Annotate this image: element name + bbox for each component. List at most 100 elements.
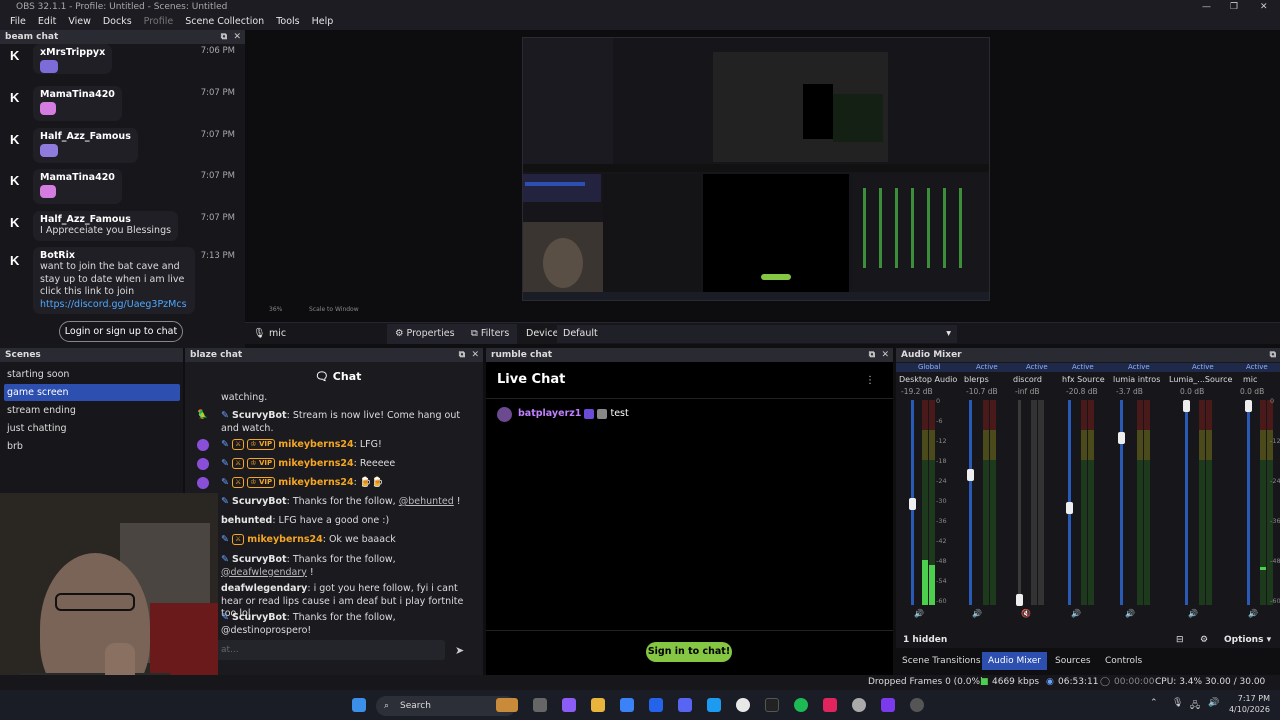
fader-knob[interactable] (1183, 400, 1190, 412)
dock-controls[interactable]: ⧉ ✕ (459, 348, 479, 362)
menu-view[interactable]: View (62, 14, 97, 30)
menu-profile[interactable]: Profile (138, 14, 180, 30)
chat-input[interactable]: at... (215, 640, 445, 660)
user-mention[interactable]: @deafwlegendary (221, 567, 307, 578)
global-tab[interactable]: Global (918, 363, 940, 372)
chrome-icon[interactable] (736, 698, 750, 712)
network-tray-icon[interactable]: 🖧 (1190, 698, 1200, 714)
windows-start-icon[interactable] (352, 698, 366, 712)
mic-tray-icon[interactable]: 🎙 (1172, 698, 1183, 708)
app-icon[interactable] (852, 698, 866, 712)
gear-icon[interactable]: ⚙ (1200, 632, 1208, 648)
tab-sources[interactable]: Sources (1049, 652, 1097, 670)
zoom-level[interactable]: 36% (269, 306, 282, 313)
user-avatar-icon (497, 407, 512, 422)
speaker-icon[interactable]: 🔊 (1188, 609, 1198, 618)
maximize-icon[interactable]: ❐ (1230, 0, 1238, 14)
task-view-icon[interactable] (533, 698, 547, 712)
app-icon[interactable] (707, 698, 721, 712)
tray-chevron-icon[interactable]: ⌃ (1150, 698, 1158, 708)
speaker-icon[interactable]: 🔊 (972, 609, 982, 618)
tab-audio-mixer[interactable]: Audio Mixer (982, 652, 1047, 670)
volume-fader[interactable] (1185, 400, 1188, 605)
minimize-icon[interactable]: — (1202, 0, 1211, 14)
sign-in-button[interactable]: Sign in to chat! (646, 642, 732, 662)
menu-edit[interactable]: Edit (32, 14, 62, 30)
menu-scene-collection[interactable]: Scene Collection (179, 14, 270, 30)
speaker-icon[interactable]: 🔊 (1125, 609, 1135, 618)
filters-button[interactable]: ⧉ Filters (463, 324, 518, 344)
level-meter (1144, 400, 1150, 605)
options-menu[interactable]: Options ▾ (1224, 632, 1271, 648)
user-mention[interactable]: @behunted (399, 496, 454, 507)
scene-item[interactable]: brb (4, 438, 180, 455)
outlook-icon[interactable] (649, 698, 663, 712)
obs-icon[interactable] (910, 698, 924, 712)
muted-speaker-icon[interactable]: 🔇 (1021, 609, 1031, 618)
dock-controls[interactable]: ⧉ ✕ (869, 348, 889, 362)
discord-icon[interactable] (678, 698, 692, 712)
copilot-icon[interactable] (562, 698, 576, 712)
fader-knob[interactable] (1118, 432, 1125, 444)
fader-knob[interactable] (909, 498, 916, 510)
fader-knob[interactable] (967, 469, 974, 481)
dock-controls[interactable]: ⧉ ✕ (221, 30, 241, 44)
store-icon[interactable] (620, 698, 634, 712)
chat-line: ✎ ⚔ mikeyberns24: Ok we baaack (221, 534, 396, 545)
login-button[interactable]: Login or sign up to chat (59, 321, 183, 342)
search-icon: ⌕ (384, 701, 390, 711)
volume-fader[interactable] (969, 400, 972, 605)
menu-help[interactable]: Help (306, 14, 340, 30)
volume-fader[interactable] (1018, 400, 1021, 605)
menu-file[interactable]: File (4, 14, 32, 30)
speaker-icon[interactable]: 🔊 (1248, 609, 1258, 618)
discord-link[interactable]: https://discord.gg/Uaeg3PzMcs (40, 299, 187, 310)
scene-item[interactable]: game screen (4, 384, 180, 401)
device-select[interactable]: Default ▾ (557, 325, 957, 343)
level-meter (929, 400, 935, 605)
scene-item[interactable]: stream ending (4, 402, 180, 419)
app-icon[interactable] (881, 698, 895, 712)
chat-header: 🗨 Chat (315, 370, 361, 383)
app-icon[interactable] (823, 698, 837, 712)
dock-controls[interactable]: ⧉ (1270, 348, 1276, 362)
fader-knob[interactable] (1245, 400, 1252, 412)
user-avatar-icon (197, 477, 209, 489)
spotify-icon[interactable] (794, 698, 808, 712)
chat-line: ✎ ScurvyBot: Thanks for the follow, @beh… (221, 496, 461, 507)
menu-tools[interactable]: Tools (270, 14, 305, 30)
volume-fader[interactable] (1247, 400, 1250, 605)
chat-text: I Appreceiate you Blessings (40, 225, 172, 236)
vip-badge: ♔ VIP (247, 477, 276, 488)
scene-item[interactable]: just chatting (4, 420, 180, 437)
menu-docks[interactable]: Docks (97, 14, 138, 30)
volume-tray-icon[interactable]: 🔊 (1208, 698, 1219, 708)
level-meter (1260, 400, 1266, 605)
fader-knob[interactable] (1016, 594, 1023, 606)
dock-title: blaze chat (190, 350, 243, 360)
speaker-icon[interactable]: 🔊 (1071, 609, 1081, 618)
active-indicator: Active (1192, 363, 1214, 371)
scene-item[interactable]: starting soon (4, 366, 180, 383)
list-view-icon[interactable]: ⊟ (1176, 632, 1184, 648)
tab-controls[interactable]: Controls (1099, 652, 1148, 670)
chat-text: Reeeee (356, 458, 396, 469)
epic-games-icon[interactable] (765, 698, 779, 712)
taskbar-time[interactable]: 7:17 PM (1226, 694, 1270, 703)
menu-bar: File Edit View Docks Profile Scene Colle… (0, 14, 1280, 30)
taskbar-date[interactable]: 4/10/2026 (1226, 705, 1270, 714)
channel-name: lumia intros (1113, 375, 1161, 384)
bot-avatar-icon: 🦜 (197, 410, 209, 420)
file-explorer-icon[interactable] (591, 698, 605, 712)
more-options-icon[interactable]: ⋮ (865, 375, 875, 386)
chat-text: Thanks for the follow, (289, 496, 399, 507)
speaker-icon[interactable]: 🔊 (914, 609, 924, 618)
volume-fader[interactable] (1120, 400, 1123, 605)
scale-mode[interactable]: Scale to Window (309, 306, 359, 313)
close-icon[interactable]: ✕ (1260, 0, 1268, 14)
fader-knob[interactable] (1066, 502, 1073, 514)
taskbar-search[interactable]: ⌕ Search (376, 696, 516, 716)
properties-button[interactable]: ⚙ Properties (387, 324, 463, 344)
tab-scene-transitions[interactable]: Scene Transitions (896, 652, 987, 670)
send-icon[interactable]: ➤ (455, 644, 464, 657)
